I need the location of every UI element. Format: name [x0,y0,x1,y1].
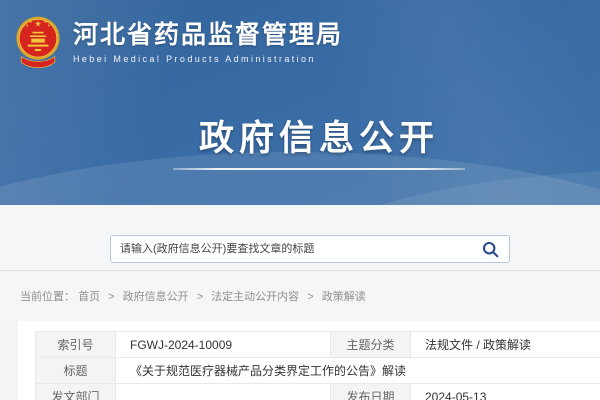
site-title-block: 河北省药品监督管理局 Hebei Medical Products Admini… [73,22,343,63]
breadcrumb-separator: > [197,291,203,303]
breadcrumb: 当前位置： 首页 > 政府信息公开 > 法定主动公开内容 > 政策解读 [0,271,600,321]
title-label: 标题 [36,358,116,384]
table-row: 标题 《关于规范医疗器械产品分类界定工作的公告》解读 [36,358,600,384]
national-emblem-icon [14,13,62,73]
search-icon[interactable] [480,239,500,259]
publish-date-value: 2024-05-13 [411,384,600,400]
breadcrumb-item-home[interactable]: 首页 [78,291,100,303]
site-subtitle: Hebei Medical Products Administration [73,54,343,64]
breadcrumb-separator: > [108,291,114,303]
page-title: 政府信息公开 [0,110,600,161]
document-title-value: 《关于规范医疗器械产品分类界定工作的公告》解读 [116,358,600,384]
subject-category-label: 主题分类 [331,332,411,358]
issuing-department-label: 发文部门 [36,384,116,400]
publish-date-label: 发布日期 [331,384,411,400]
hero-banner: 河北省药品监督管理局 Hebei Medical Products Admini… [0,0,600,205]
table-row: 发文部门 发布日期 2024-05-13 [36,384,600,400]
index-number-value: FGWJ-2024-10009 [116,332,331,358]
breadcrumb-label: 当前位置： [20,291,75,303]
site-logo[interactable]: 河北省药品监督管理局 Hebei Medical Products Admini… [0,0,600,73]
search-input[interactable] [120,243,480,255]
breadcrumb-item-info-disclosure[interactable]: 政府信息公开 [123,291,189,303]
banner-underline [173,168,465,170]
subject-category-value: 法规文件 / 政策解读 [411,332,600,358]
search-box [110,235,510,263]
search-section [0,205,600,271]
site-title: 河北省药品监督管理局 [73,22,343,48]
document-detail-card: 索引号 FGWJ-2024-10009 主题分类 法规文件 / 政策解读 标题 … [18,321,600,400]
table-row: 索引号 FGWJ-2024-10009 主题分类 法规文件 / 政策解读 [36,332,600,358]
breadcrumb-item-statutory-disclosure[interactable]: 法定主动公开内容 [211,291,299,303]
breadcrumb-separator: > [307,291,313,303]
issuing-department-value [116,384,331,400]
breadcrumb-item-policy-interpretation[interactable]: 政策解读 [322,291,366,303]
index-number-label: 索引号 [36,332,116,358]
document-metadata-table: 索引号 FGWJ-2024-10009 主题分类 法规文件 / 政策解读 标题 … [35,331,600,400]
